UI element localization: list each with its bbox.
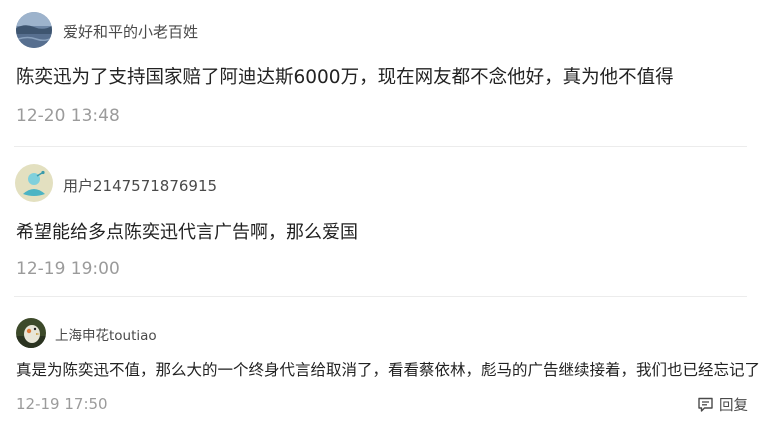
avatar[interactable] xyxy=(16,318,46,348)
comment-text: 希望能给多点陈奕迅代言广告啊，那么爱国 xyxy=(16,222,358,243)
comment-username[interactable]: 用户2147571876915 xyxy=(63,175,217,196)
comment-item: 用户2147571876915 希望能给多点陈奕迅代言广告啊，那么爱国 12-1… xyxy=(0,146,761,296)
comment-username[interactable]: 上海申花toutiao xyxy=(55,324,157,344)
comment-timestamp: 12-20 13:48 xyxy=(16,106,120,126)
comment-text: 真是为陈奕迅不值，那么大的一个终身代言给取消了，看看蔡依林，彪马的广告继续接着，… xyxy=(16,361,761,379)
comment-timestamp: 12-19 19:00 xyxy=(16,259,120,279)
reply-label: 回复 xyxy=(719,397,748,414)
comment-reply-icon xyxy=(698,397,713,412)
bird-avatar-icon xyxy=(16,318,46,348)
comment-item: 爱好和平的小老百姓 陈奕迅为了支持国家赔了阿迪达斯6000万，现在网友都不念他好… xyxy=(0,0,761,146)
avatar[interactable] xyxy=(16,12,52,48)
comment-username[interactable]: 爱好和平的小老百姓 xyxy=(63,21,198,42)
default-user-avatar-icon xyxy=(15,164,53,202)
landscape-avatar-icon xyxy=(16,12,52,48)
comment-list: 爱好和平的小老百姓 陈奕迅为了支持国家赔了阿迪达斯6000万，现在网友都不念他好… xyxy=(0,0,761,439)
comment-item: 上海申花toutiao 真是为陈奕迅不值，那么大的一个终身代言给取消了，看看蔡依… xyxy=(0,296,761,439)
comment-timestamp: 12-19 17:50 xyxy=(16,395,108,413)
avatar[interactable] xyxy=(15,164,53,202)
reply-button[interactable]: 回复 xyxy=(697,393,748,415)
comment-text: 陈奕迅为了支持国家赔了阿迪达斯6000万，现在网友都不念他好，真为他不值得 xyxy=(16,67,674,88)
